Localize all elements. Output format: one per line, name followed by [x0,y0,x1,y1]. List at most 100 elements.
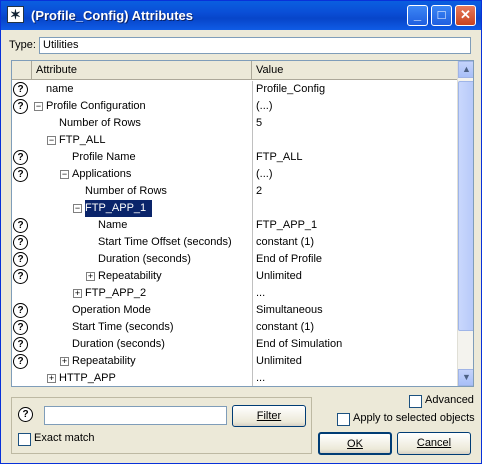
grid-row[interactable]: ? Duration (seconds) End of Profile [12,251,457,268]
attribute-name: FTP_APP_1 [85,200,153,217]
minimize-button[interactable]: _ [407,5,428,26]
help-icon[interactable]: ? [13,235,28,250]
attribute-name: Start Time Offset (seconds) [98,236,232,248]
attribute-name: Duration (seconds) [98,253,191,265]
attribute-value[interactable]: ... [252,370,451,386]
attribute-value[interactable]: Unlimited [252,353,451,370]
attribute-name: FTP_APP_2 [85,287,147,299]
help-icon[interactable]: ? [13,252,28,267]
title-bar[interactable]: ✶ (Profile_Config) Attributes _ □ ✕ [1,1,481,30]
vertical-scrollbar[interactable]: ▲ ▼ [457,61,473,386]
attribute-value[interactable]: (...) [252,98,451,115]
attribute-value[interactable]: Simultaneous [252,302,451,319]
collapse-icon[interactable]: − [47,136,56,145]
expand-icon[interactable]: + [73,289,82,298]
exact-match-checkbox[interactable] [18,433,31,446]
grid-row[interactable]: + HTTP_APP... [12,370,457,386]
attribute-value[interactable]: Unlimited [252,268,451,285]
attribute-name: Profile Name [72,151,136,163]
help-icon[interactable]: ? [13,303,28,318]
collapse-icon[interactable]: − [34,102,43,111]
grid-row[interactable]: Number of Rows 5 [12,115,457,132]
help-icon[interactable]: ? [13,218,28,233]
header-value[interactable]: Value [252,61,457,79]
scroll-down-button[interactable]: ▼ [458,369,473,386]
attribute-value[interactable]: Profile_Config [252,81,451,98]
attribute-value[interactable]: constant (1) [252,234,451,251]
grid-row[interactable]: − FTP_ALL [12,132,457,149]
grid-row[interactable]: ? name Profile_Config [12,81,457,98]
scroll-up-icon: ▲ [462,64,471,74]
grid-row[interactable]: ? Name FTP_APP_1 [12,217,457,234]
type-label: Type: [9,39,36,51]
attribute-value[interactable]: constant (1) [252,319,451,336]
attribute-value[interactable]: End of Simulation [252,336,451,353]
app-icon: ✶ [7,6,24,23]
filter-box: ? Filter Exact match [11,397,312,454]
ok-button[interactable]: OK [318,432,392,455]
grid-row[interactable]: ? Start Time Offset (seconds) constant (1) [12,234,457,251]
attribute-value[interactable]: 2 [252,183,451,200]
filter-input[interactable] [44,406,227,425]
attribute-name: Repeatability [72,355,136,367]
cancel-button[interactable]: Cancel [397,432,471,455]
help-icon[interactable]: ? [13,337,28,352]
advanced-label: Advanced [425,394,474,406]
attribute-name: Duration (seconds) [72,338,165,350]
collapse-icon[interactable]: − [73,204,82,213]
attribute-name: name [46,83,74,95]
help-icon[interactable]: ? [13,320,28,335]
attribute-name: Applications [72,168,132,180]
help-icon[interactable]: ? [13,354,28,369]
attribute-name: Name [98,219,128,231]
expand-icon[interactable]: + [86,272,95,281]
grid-row[interactable]: ? Operation Mode Simultaneous [12,302,457,319]
grid-row[interactable]: Number of Rows 2 [12,183,457,200]
grid-row[interactable]: + FTP_APP_2... [12,285,457,302]
attribute-value[interactable]: ... [252,285,451,302]
attribute-value[interactable]: 5 [252,115,451,132]
attribute-name: Start Time (seconds) [72,321,174,333]
grid-row[interactable]: − FTP_APP_1 [12,200,457,217]
attribute-value[interactable] [252,200,451,217]
filter-help-icon[interactable]: ? [18,407,33,422]
scroll-up-button[interactable]: ▲ [458,61,473,78]
help-icon[interactable]: ? [13,82,28,97]
grid-row[interactable]: ? − Profile Configuration (...) [12,98,457,115]
attribute-value[interactable]: (...) [252,166,451,183]
attribute-name: Number of Rows [85,185,167,197]
grid-row[interactable]: ? + Repeatability Unlimited [12,353,457,370]
grid-row[interactable]: ? − Applications (...) [12,166,457,183]
attribute-name: Repeatability [98,270,162,282]
scrollbar-thumb[interactable] [458,81,473,331]
grid-row[interactable]: ? Start Time (seconds) constant (1) [12,319,457,336]
attribute-value[interactable] [252,132,451,149]
expand-icon[interactable]: + [47,374,56,383]
attributes-dialog: ✶ (Profile_Config) Attributes _ □ ✕ Type… [0,0,482,464]
apply-selected-checkbox[interactable] [337,413,350,426]
maximize-button[interactable]: □ [431,5,452,26]
help-icon[interactable]: ? [13,269,28,284]
advanced-checkbox[interactable] [409,395,422,408]
grid-row[interactable]: ? + Repeatability Unlimited [12,268,457,285]
attribute-value[interactable]: End of Profile [252,251,451,268]
attribute-value[interactable]: FTP_APP_1 [252,217,451,234]
attribute-value[interactable]: FTP_ALL [252,149,451,166]
help-icon[interactable]: ? [13,167,28,182]
grid-row[interactable]: ? Profile Name FTP_ALL [12,149,457,166]
attribute-grid: Attribute Value ? name Profile_Config? − Pro… [11,60,474,387]
header-attribute[interactable]: Attribute [32,61,252,79]
window-title: (Profile_Config) Attributes [31,8,194,23]
attribute-name: HTTP_APP [59,372,116,384]
collapse-icon[interactable]: − [60,170,69,179]
grid-row[interactable]: ? Duration (seconds) End of Simulation [12,336,457,353]
help-icon[interactable]: ? [13,99,28,114]
attribute-name: Profile Configuration [46,100,146,112]
filter-button[interactable]: Filter [232,405,306,427]
attribute-name: Number of Rows [59,117,141,129]
scroll-down-icon: ▼ [462,372,471,382]
apply-selected-label: Apply to selected objects [353,412,475,424]
close-button[interactable]: ✕ [455,5,476,26]
expand-icon[interactable]: + [60,357,69,366]
help-icon[interactable]: ? [13,150,28,165]
